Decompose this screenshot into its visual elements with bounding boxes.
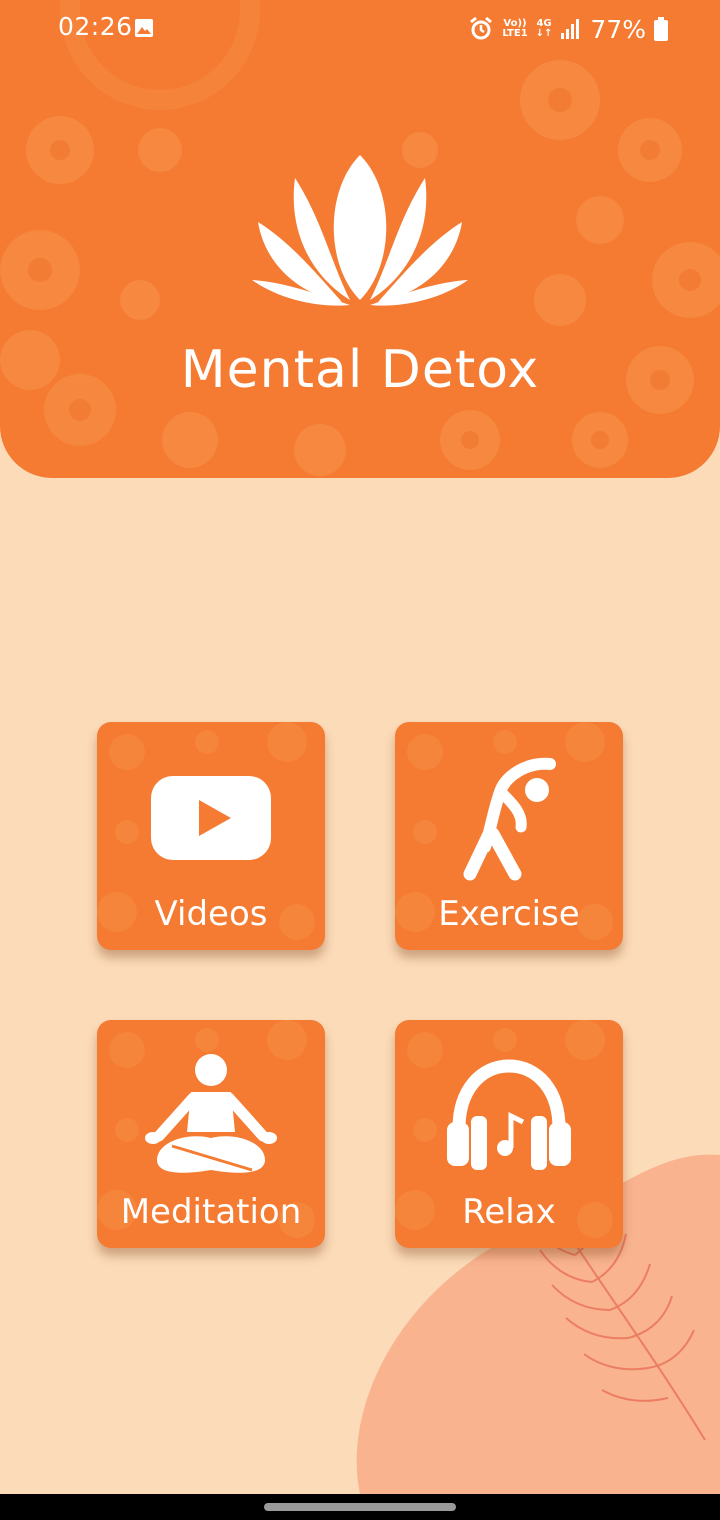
meditation-tile[interactable]: Meditation [97, 1020, 325, 1248]
status-bar: 02:26 Vo)) LTE1 4G ↓↑ 77% [0, 0, 720, 58]
relax-tile[interactable]: Relax [395, 1020, 623, 1248]
signal-icon [561, 19, 580, 39]
videos-tile[interactable]: Videos [97, 722, 325, 950]
battery-icon [654, 17, 668, 41]
tile-label: Videos [154, 894, 268, 934]
system-nav-bar [0, 1494, 720, 1520]
lotus-icon [252, 155, 468, 306]
alarm-icon [470, 16, 493, 40]
home-gesture-handle[interactable] [264, 1503, 456, 1511]
volte-indicator: Vo)) LTE1 [502, 18, 528, 39]
exercise-tile[interactable]: Exercise [395, 722, 623, 950]
header-banner: Mental Detox [0, 0, 720, 478]
tile-label: Meditation [120, 1192, 302, 1232]
network-gen-indicator: 4G ↓↑ [535, 18, 553, 39]
battery-percent: 77% [590, 14, 646, 44]
app-title: Mental Detox [180, 340, 540, 400]
status-time: 02:26 [58, 12, 133, 41]
status-indicators: Vo)) LTE1 4G ↓↑ 77% [468, 12, 668, 46]
tile-label: Exercise [438, 894, 580, 934]
gallery-notification-icon [135, 19, 153, 37]
tile-label: Relax [462, 1192, 556, 1232]
